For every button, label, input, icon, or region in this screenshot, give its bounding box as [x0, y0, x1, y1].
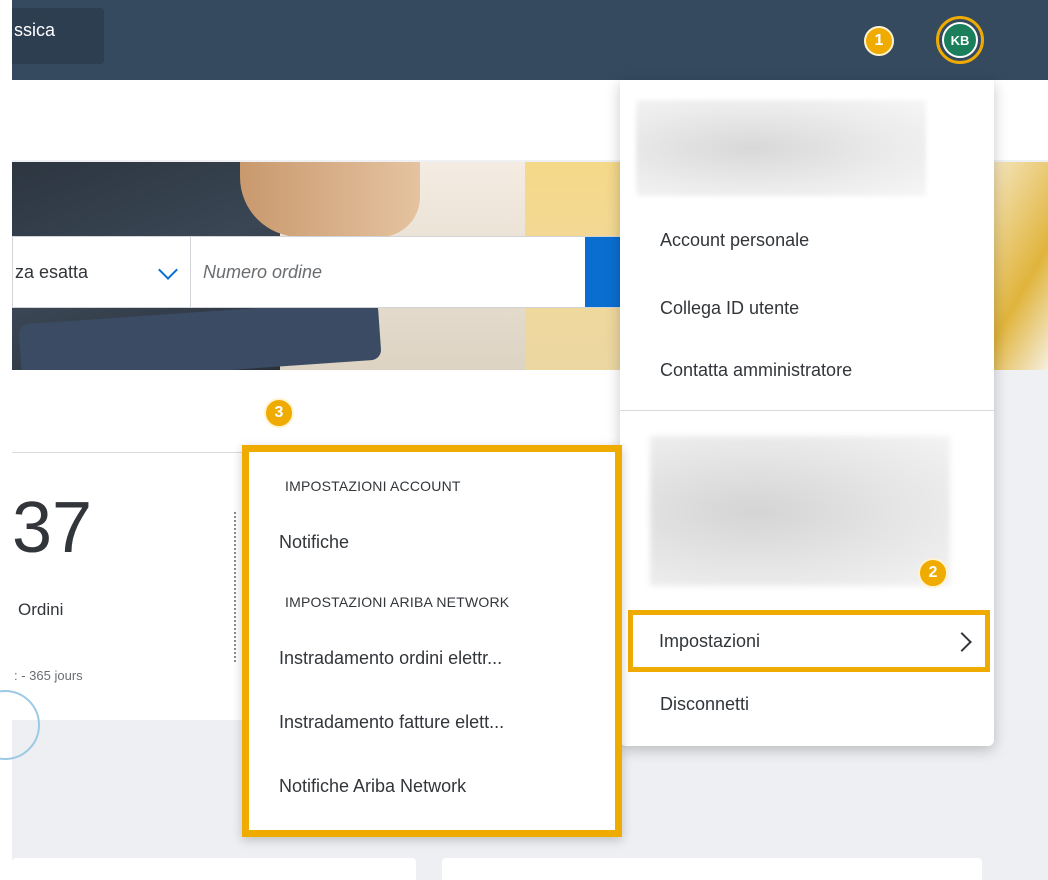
submenu-item-invoice-routing[interactable]: Instradamento fatture elett... [279, 712, 504, 733]
callout-badge-1: 1 [864, 26, 894, 56]
order-search-bar: za esatta [12, 236, 633, 308]
avatar-initials: KB [942, 22, 978, 58]
submenu-item-notifiche[interactable]: Notifiche [279, 532, 349, 553]
section-header-ariba-network: IMPOSTAZIONI ARIBA NETWORK [285, 594, 510, 610]
order-number-input[interactable] [203, 237, 583, 307]
submenu-item-order-routing[interactable]: Instradamento ordini elettr... [279, 648, 502, 669]
section-header-account: IMPOSTAZIONI ACCOUNT [285, 478, 461, 494]
app-title-tab[interactable]: ssica [12, 8, 104, 64]
callout-badge-2: 2 [918, 558, 948, 588]
callout-badge-3: 3 [264, 398, 294, 428]
submenu-item-ariba-network-notifications[interactable]: Notifiche Ariba Network [279, 776, 466, 797]
menu-item-impostazioni[interactable]: Impostazioni [628, 610, 990, 672]
orders-label: Ordini [18, 600, 64, 619]
search-type-select[interactable]: za esatta [13, 237, 191, 307]
chevron-right-icon [952, 632, 972, 652]
divider [12, 452, 242, 453]
chevron-down-icon [158, 260, 178, 280]
menu-item-contatta-amministratore[interactable]: Contatta amministratore [660, 360, 852, 381]
impostazioni-label: Impostazioni [659, 631, 761, 651]
orders-count[interactable]: 37 [12, 488, 92, 568]
user-menu-popover: Account personale Collega ID utente Cont… [620, 80, 994, 746]
blurred-user-info [636, 100, 926, 196]
divider [620, 410, 994, 411]
tile-separator [234, 512, 236, 662]
menu-item-collega-id-utente[interactable]: Collega ID utente [660, 298, 799, 319]
orders-period-label: : - 365 jours [14, 668, 83, 683]
search-type-value: za esatta [15, 262, 89, 282]
menu-item-disconnetti[interactable]: Disconnetti [660, 694, 749, 715]
blurred-company-info [650, 436, 950, 586]
card [442, 858, 982, 880]
settings-submenu: IMPOSTAZIONI ACCOUNT Notifiche IMPOSTAZI… [242, 445, 622, 837]
card [12, 858, 416, 880]
menu-item-account-personale[interactable]: Account personale [660, 230, 809, 251]
user-avatar-button[interactable]: KB [936, 16, 984, 64]
